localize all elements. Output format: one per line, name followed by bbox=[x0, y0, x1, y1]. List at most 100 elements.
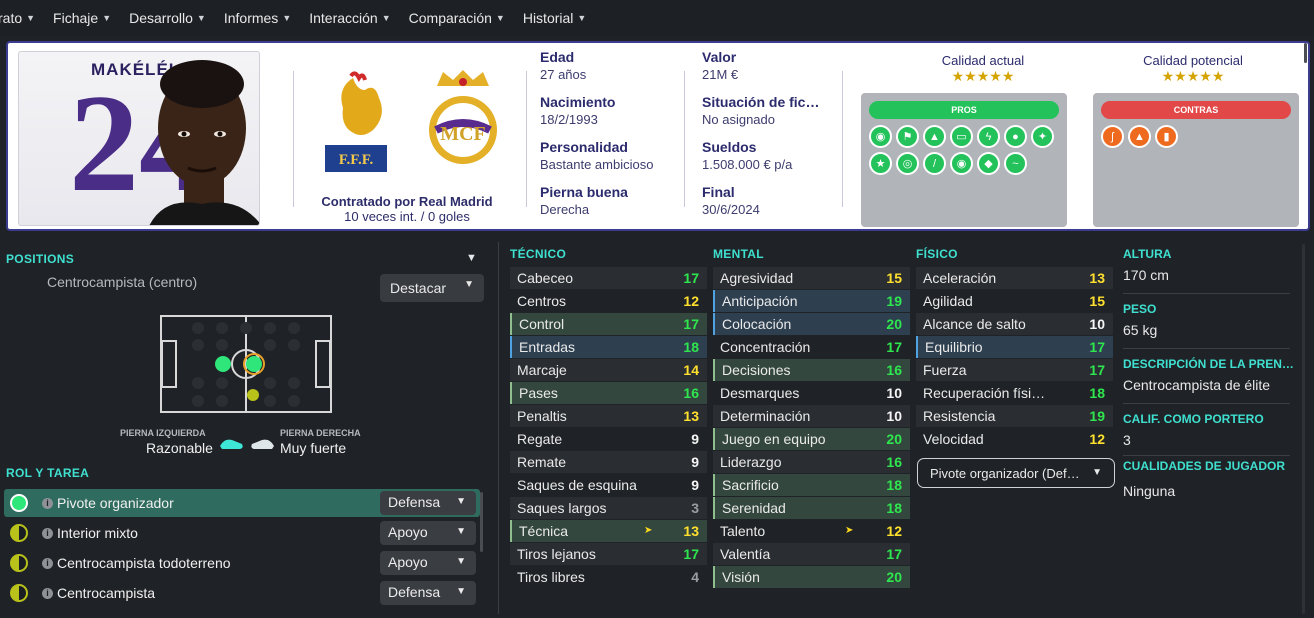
attribute-name: Aceleración bbox=[923, 270, 997, 286]
target-icon[interactable]: ◎ bbox=[896, 152, 919, 175]
menu-comparacion[interactable]: Comparación ▼ bbox=[409, 10, 505, 26]
age-value: 27 años bbox=[540, 67, 587, 82]
attribute-row[interactable]: Tiros libres 4 bbox=[510, 566, 707, 588]
personality-label: Personalidad bbox=[540, 139, 628, 155]
role-name: Centrocampista bbox=[57, 585, 156, 601]
foot-value: Derecha bbox=[540, 202, 590, 217]
menu-informes[interactable]: Informes ▼ bbox=[224, 10, 291, 26]
info-column-1: Edad 27 años Nacimiento 18/2/1993 Person… bbox=[540, 49, 653, 229]
role-suitability-icon bbox=[10, 584, 28, 602]
menu-label: Desarrollo bbox=[129, 10, 193, 26]
pitch-icon[interactable]: ▭ bbox=[950, 125, 973, 148]
role-row[interactable]: i Centrocampista Defensa ▼ bbox=[4, 579, 480, 607]
attribute-row[interactable]: Remate 9 bbox=[510, 451, 707, 473]
height-block: ALTURA 170 cm bbox=[1123, 247, 1171, 283]
attribute-row[interactable]: Cabeceo 17 bbox=[510, 267, 707, 289]
info-icon[interactable]: i bbox=[42, 587, 53, 599]
attribute-row[interactable]: Tiros lejanos 17 bbox=[510, 543, 707, 565]
handshake-icon[interactable]: ✦ bbox=[1031, 125, 1054, 148]
menu-fichaje[interactable]: Fichaje ▼ bbox=[53, 10, 111, 26]
attribute-value: 16 bbox=[886, 454, 902, 470]
attribute-row[interactable]: Agresividad 15 bbox=[713, 267, 910, 289]
attribute-row[interactable]: Valentía 17 bbox=[713, 543, 910, 565]
attribute-row[interactable]: Control 17 bbox=[510, 313, 707, 335]
duty-dropdown[interactable]: Apoyo ▼ bbox=[380, 521, 476, 545]
attribute-row[interactable]: Anticipación 19 bbox=[713, 290, 910, 312]
attribute-row[interactable]: Fuerza 17 bbox=[916, 359, 1113, 381]
attribute-row[interactable]: Técnica ➤ 13 bbox=[510, 520, 707, 542]
shot-icon[interactable]: ◆ bbox=[977, 152, 1000, 175]
attribute-row[interactable]: Liderazgo 16 bbox=[713, 451, 910, 473]
attribute-row[interactable]: Concentración 17 bbox=[713, 336, 910, 358]
duty-label: Defensa bbox=[388, 584, 441, 600]
roles-scrollbar[interactable] bbox=[480, 492, 483, 552]
contract-info: Contratado por Real Madrid 10 veces int.… bbox=[298, 194, 516, 224]
highlight-dropdown[interactable]: Destacar ▼ bbox=[380, 274, 484, 302]
eye-icon[interactable]: ◉ bbox=[950, 152, 973, 175]
attribute-value: 18 bbox=[886, 477, 902, 493]
attribute-row[interactable]: Penaltis 13 bbox=[510, 405, 707, 427]
attribute-value: 9 bbox=[691, 454, 699, 470]
info-icon[interactable]: i bbox=[42, 527, 53, 539]
cones-icon[interactable]: ▲ bbox=[923, 125, 946, 148]
role-select-dropdown[interactable]: Pivote organizador (Def… ▼ bbox=[917, 458, 1115, 488]
info-icon[interactable]: i bbox=[42, 557, 53, 569]
lightning-icon[interactable]: ϟ bbox=[977, 125, 1000, 148]
chevron-down-icon: ▼ bbox=[1092, 467, 1102, 478]
attribute-row[interactable]: Velocidad 12 bbox=[916, 428, 1113, 450]
duty-dropdown[interactable]: Apoyo ▼ bbox=[380, 551, 476, 575]
duty-dropdown[interactable]: Defensa ▼ bbox=[380, 491, 476, 515]
attribute-row[interactable]: Centros 12 bbox=[510, 290, 707, 312]
attribute-row[interactable]: Regate 9 bbox=[510, 428, 707, 450]
role-row[interactable]: i Pivote organizador Defensa ▼ bbox=[4, 489, 480, 517]
attribute-row[interactable]: Saques largos 3 bbox=[510, 497, 707, 519]
page-scrollbar[interactable] bbox=[1302, 244, 1305, 614]
menu-interaccion[interactable]: Interacción ▼ bbox=[309, 10, 390, 26]
chevron-down-icon: ▼ bbox=[456, 556, 466, 567]
contract-icon[interactable]: ▮ bbox=[1155, 125, 1178, 148]
attribute-row[interactable]: Sacrificio 18 bbox=[713, 474, 910, 496]
attribute-row[interactable]: Colocación 20 bbox=[713, 313, 910, 335]
menu-historial[interactable]: Historial ▼ bbox=[523, 10, 587, 26]
positions-panel: POSITIONS ▼ Centrocampista (centro) Dest… bbox=[0, 240, 490, 618]
attribute-name: Penaltis bbox=[517, 408, 567, 424]
attribute-row[interactable]: Resistencia 19 bbox=[916, 405, 1113, 427]
menu-desarrollo[interactable]: Desarrollo ▼ bbox=[129, 10, 206, 26]
attribute-value: 17 bbox=[1089, 362, 1105, 378]
attribute-row[interactable]: Marcaje 14 bbox=[510, 359, 707, 381]
attribute-name: Valentía bbox=[720, 546, 771, 562]
attribute-row[interactable]: Saques de esquina 9 bbox=[510, 474, 707, 496]
info-icon[interactable]: i bbox=[42, 497, 53, 509]
header-scrollbar[interactable] bbox=[1304, 43, 1307, 63]
attribute-name: Equilibrio bbox=[925, 339, 983, 355]
ball-icon[interactable]: ● bbox=[1004, 125, 1027, 148]
brain-icon[interactable]: ◉ bbox=[869, 125, 892, 148]
star-icon[interactable]: ★ bbox=[869, 152, 892, 175]
attribute-row[interactable]: Visión 20 bbox=[713, 566, 910, 588]
flag-icon[interactable]: ⚑ bbox=[896, 125, 919, 148]
flask-icon[interactable]: ▲ bbox=[1128, 125, 1151, 148]
attribute-name: Velocidad bbox=[923, 431, 984, 447]
attribute-row[interactable]: Pases 16 bbox=[510, 382, 707, 404]
attribute-row[interactable]: Entradas 18 bbox=[510, 336, 707, 358]
attribute-row[interactable]: Alcance de salto 10 bbox=[916, 313, 1113, 335]
attribute-row[interactable]: Equilibrio 17 bbox=[916, 336, 1113, 358]
attribute-row[interactable]: Aceleración 13 bbox=[916, 267, 1113, 289]
attribute-row[interactable]: Decisiones 16 bbox=[713, 359, 910, 381]
attribute-row[interactable]: Talento ➤ 12 bbox=[713, 520, 910, 542]
duty-dropdown[interactable]: Defensa ▼ bbox=[380, 581, 476, 605]
attribute-row[interactable]: Juego en equipo 20 bbox=[713, 428, 910, 450]
roles-title: ROL Y TAREA bbox=[6, 466, 90, 480]
attribute-row[interactable]: Determinación 10 bbox=[713, 405, 910, 427]
attribute-row[interactable]: Serenidad 18 bbox=[713, 497, 910, 519]
chevron-down-icon[interactable]: ▼ bbox=[466, 252, 477, 264]
role-row[interactable]: i Interior mixto Apoyo ▼ bbox=[4, 519, 480, 547]
menu-contrato[interactable]: rato ▼ bbox=[0, 10, 35, 26]
injury-icon[interactable]: ʃ bbox=[1101, 125, 1124, 148]
attribute-row[interactable]: Recuperación físi… 18 bbox=[916, 382, 1113, 404]
attribute-row[interactable]: Agilidad 15 bbox=[916, 290, 1113, 312]
attribute-row[interactable]: Desmarques 10 bbox=[713, 382, 910, 404]
pass-icon[interactable]: ~ bbox=[1004, 152, 1027, 175]
role-row[interactable]: i Centrocampista todoterreno Apoyo ▼ bbox=[4, 549, 480, 577]
whistle-icon[interactable]: / bbox=[923, 152, 946, 175]
